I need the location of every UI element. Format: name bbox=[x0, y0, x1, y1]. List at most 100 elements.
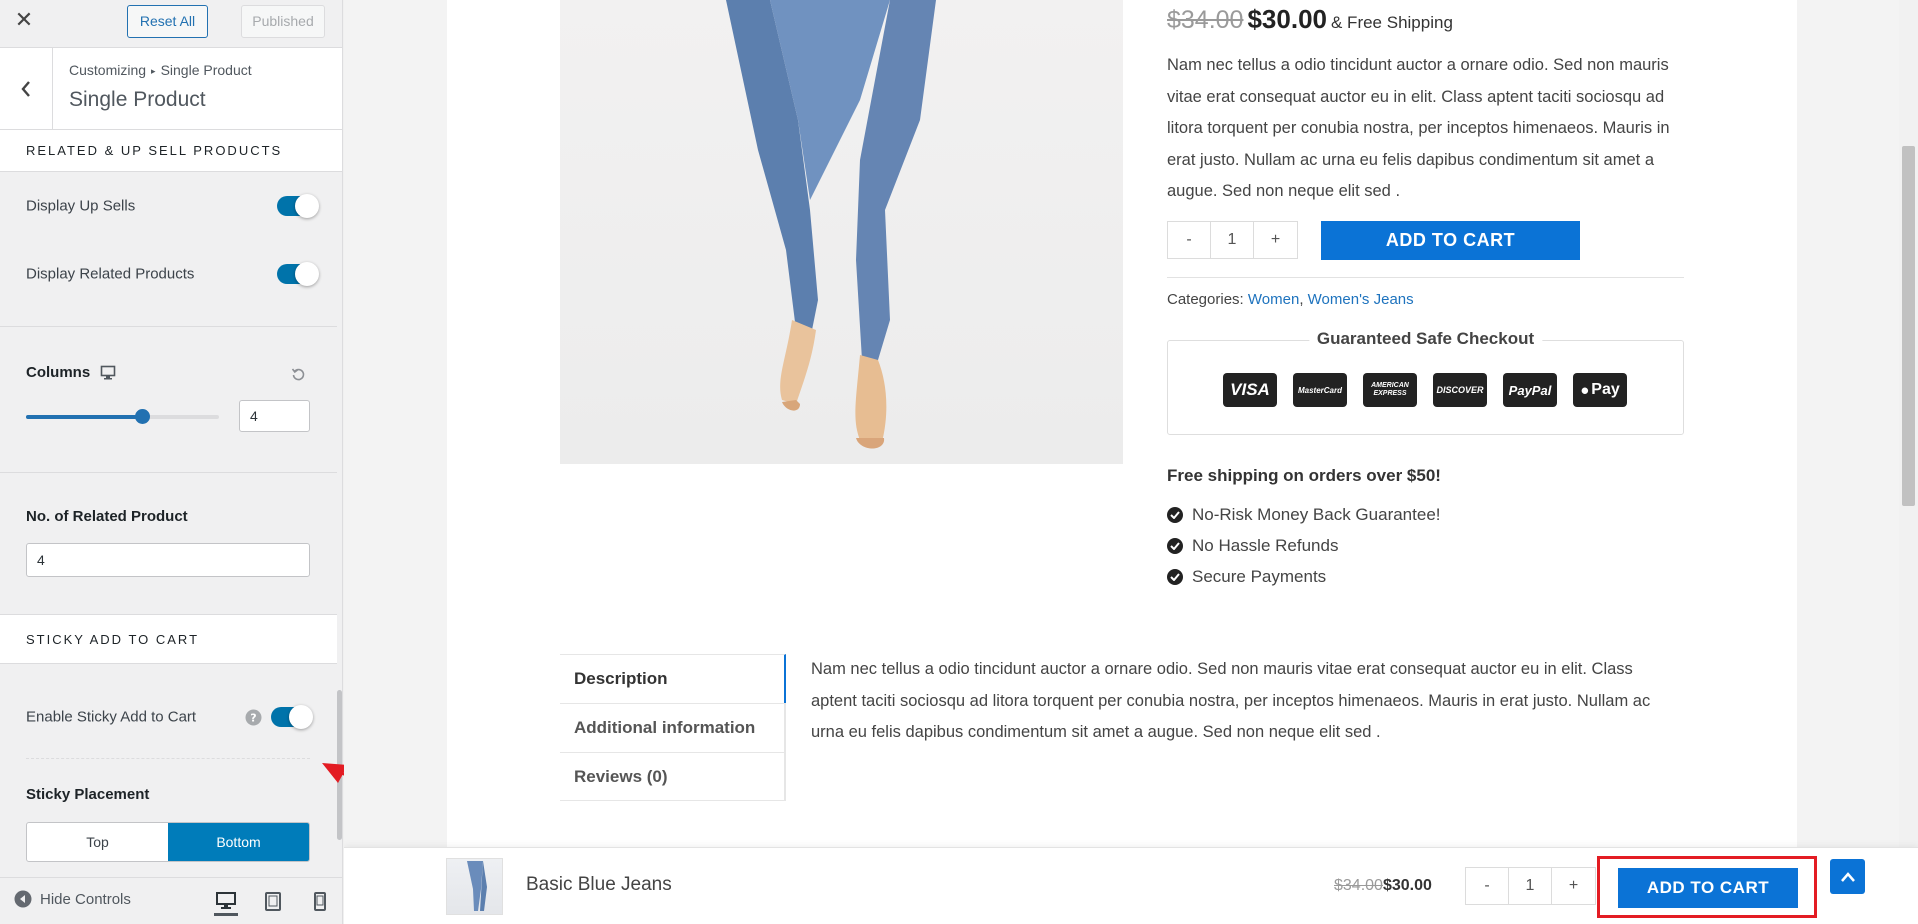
tablet-icon bbox=[265, 891, 281, 911]
divider bbox=[26, 758, 310, 759]
customizer-sidebar: ✕ Reset All Published Customizing ▸ Single… bbox=[0, 0, 343, 924]
check-circle-icon bbox=[1167, 538, 1183, 554]
sale-price: $30.00 bbox=[1247, 4, 1327, 34]
product-image[interactable] bbox=[560, 0, 1123, 464]
sticky-old-price: $34.00 bbox=[1334, 877, 1383, 894]
mastercard-icon: MasterCard bbox=[1293, 373, 1347, 407]
apple-pay-icon: ● Pay bbox=[1573, 373, 1627, 407]
up-sells-toggle[interactable] bbox=[277, 194, 319, 218]
columns-header: Columns bbox=[26, 364, 116, 381]
short-description: Nam nec tellus a odio tincidunt auctor a… bbox=[1167, 56, 1670, 200]
up-sells-row: Display Up Sells bbox=[0, 172, 342, 240]
shipping-note: & Free Shipping bbox=[1331, 13, 1453, 32]
breadcrumb-separator: ▸ bbox=[151, 66, 156, 76]
reset-all-button[interactable]: Reset All bbox=[127, 5, 208, 38]
jeans-photo bbox=[726, 0, 936, 449]
svg-text:?: ? bbox=[250, 712, 256, 725]
highlight-box bbox=[1597, 856, 1817, 918]
sticky-qty-decrease-button[interactable]: - bbox=[1466, 868, 1509, 904]
close-icon[interactable]: ✕ bbox=[0, 0, 48, 44]
chevron-left-icon bbox=[21, 81, 30, 97]
tab-reviews[interactable]: Reviews (0) bbox=[560, 752, 784, 801]
benefit-text: No Hassle Refunds bbox=[1192, 536, 1339, 555]
sticky-product-name: Basic Blue Jeans bbox=[526, 874, 672, 895]
customizer-footer: Hide Controls bbox=[0, 877, 342, 924]
section-header: Customizing ▸ Single Product Single Produc… bbox=[0, 48, 342, 130]
sticky-product-price: $34.00$30.00 bbox=[1334, 877, 1432, 895]
safe-checkout-title: Guaranteed Safe Checkout bbox=[1308, 329, 1543, 349]
columns-number-input[interactable]: 4 bbox=[239, 400, 310, 432]
quantity-stepper: - 1 + bbox=[1167, 221, 1298, 259]
visa-icon: VISA bbox=[1223, 373, 1277, 407]
desktop-icon[interactable] bbox=[100, 365, 116, 380]
product-tabs: Description Additional information Revie… bbox=[560, 654, 786, 801]
reset-icon[interactable] bbox=[291, 367, 306, 382]
related-upsell-heading: RELATED & UP SELL PRODUCTS bbox=[0, 130, 342, 172]
help-icon[interactable]: ? bbox=[245, 709, 262, 726]
up-sells-label: Display Up Sells bbox=[26, 197, 136, 215]
desktop-preview-button[interactable] bbox=[214, 889, 238, 916]
add-to-cart-button[interactable]: ADD TO CART bbox=[1321, 221, 1580, 260]
sticky-add-to-cart-heading: STICKY ADD TO CART bbox=[0, 615, 337, 664]
enable-sticky-toggle[interactable] bbox=[271, 705, 313, 729]
columns-label: Columns bbox=[26, 364, 91, 381]
placement-top-option[interactable]: Top bbox=[27, 823, 168, 861]
check-circle-icon bbox=[1167, 507, 1183, 523]
tab-description-content: Nam nec tellus a odio tincidunt auctor a… bbox=[811, 660, 1651, 741]
columns-slider[interactable] bbox=[26, 409, 219, 424]
site-preview: $34.00 $30.00 & Free Shipping Nam nec tell… bbox=[344, 0, 1918, 924]
qty-increase-button[interactable]: + bbox=[1254, 222, 1297, 258]
scroll-to-top-button[interactable] bbox=[1830, 859, 1865, 894]
sticky-add-to-cart-bar: Basic Blue Jeans $34.00$30.00 - 1 + ADD … bbox=[344, 847, 1918, 924]
published-button[interactable]: Published bbox=[241, 5, 325, 38]
benefit-item: No Hassle Refunds bbox=[1167, 536, 1338, 556]
related-products-label: Display Related Products bbox=[26, 265, 195, 283]
collapse-icon bbox=[14, 890, 32, 908]
sticky-qty-increase-button[interactable]: + bbox=[1552, 868, 1595, 904]
breadcrumb-root: Customizing bbox=[69, 62, 147, 78]
free-shipping-heading: Free shipping on orders over $50! bbox=[1167, 466, 1441, 485]
qty-decrease-button[interactable]: - bbox=[1168, 222, 1211, 258]
category-link-women[interactable]: Women bbox=[1248, 291, 1299, 308]
breadcrumb-leaf: Single Product bbox=[160, 62, 252, 78]
customizer-header: ✕ Reset All Published bbox=[0, 0, 342, 48]
benefit-item: Secure Payments bbox=[1167, 567, 1326, 587]
old-price: $34.00 bbox=[1167, 6, 1244, 34]
related-products-toggle[interactable] bbox=[277, 262, 319, 286]
preview-scrollbar-thumb[interactable] bbox=[1902, 146, 1915, 506]
amex-icon: AMERICAN EXPRESS bbox=[1363, 373, 1417, 407]
category-link-womens-jeans[interactable]: Women's Jeans bbox=[1308, 291, 1414, 308]
section-title: Single Product bbox=[69, 88, 206, 111]
mobile-icon bbox=[314, 891, 326, 911]
qty-input[interactable]: 1 bbox=[1211, 222, 1254, 258]
enable-sticky-row: Enable Sticky Add to Cart ? bbox=[0, 682, 337, 752]
sticky-qty-input[interactable]: 1 bbox=[1509, 868, 1552, 904]
safe-checkout-box: Guaranteed Safe Checkout VISA MasterCard… bbox=[1167, 329, 1684, 435]
sticky-product-thumbnail bbox=[446, 858, 503, 915]
product-categories: Categories: Women, Women's Jeans bbox=[1167, 291, 1414, 308]
related-products-row: Display Related Products bbox=[0, 240, 342, 308]
enable-sticky-label: Enable Sticky Add to Cart bbox=[26, 708, 197, 726]
tab-additional-information[interactable]: Additional information bbox=[560, 703, 784, 752]
sticky-placement-segmented-control: Top Bottom bbox=[26, 822, 310, 862]
divider bbox=[0, 326, 337, 327]
benefit-text: Secure Payments bbox=[1192, 567, 1327, 586]
divider bbox=[0, 472, 337, 473]
tablet-preview-button[interactable] bbox=[261, 889, 285, 913]
check-circle-icon bbox=[1167, 569, 1183, 585]
sticky-quantity-stepper: - 1 + bbox=[1465, 867, 1596, 905]
back-button[interactable] bbox=[0, 48, 53, 130]
discover-icon: DISCOVER bbox=[1433, 373, 1487, 407]
columns-slider-fill bbox=[26, 415, 142, 419]
sticky-sale-price: $30.00 bbox=[1382, 877, 1432, 894]
benefit-item: No-Risk Money Back Guarantee! bbox=[1167, 505, 1441, 525]
columns-slider-handle[interactable] bbox=[134, 409, 150, 424]
chevron-up-icon bbox=[1840, 871, 1855, 882]
related-count-input[interactable]: 4 bbox=[26, 543, 310, 577]
tab-description[interactable]: Description bbox=[560, 654, 786, 703]
placement-bottom-option[interactable]: Bottom bbox=[168, 823, 309, 861]
hide-controls-button[interactable]: Hide Controls bbox=[14, 890, 131, 908]
mobile-preview-button[interactable] bbox=[308, 889, 332, 913]
benefit-text: No-Risk Money Back Guarantee! bbox=[1192, 505, 1441, 524]
payment-icons: VISA MasterCard AMERICAN EXPRESS DISCOVE… bbox=[1223, 373, 1627, 407]
